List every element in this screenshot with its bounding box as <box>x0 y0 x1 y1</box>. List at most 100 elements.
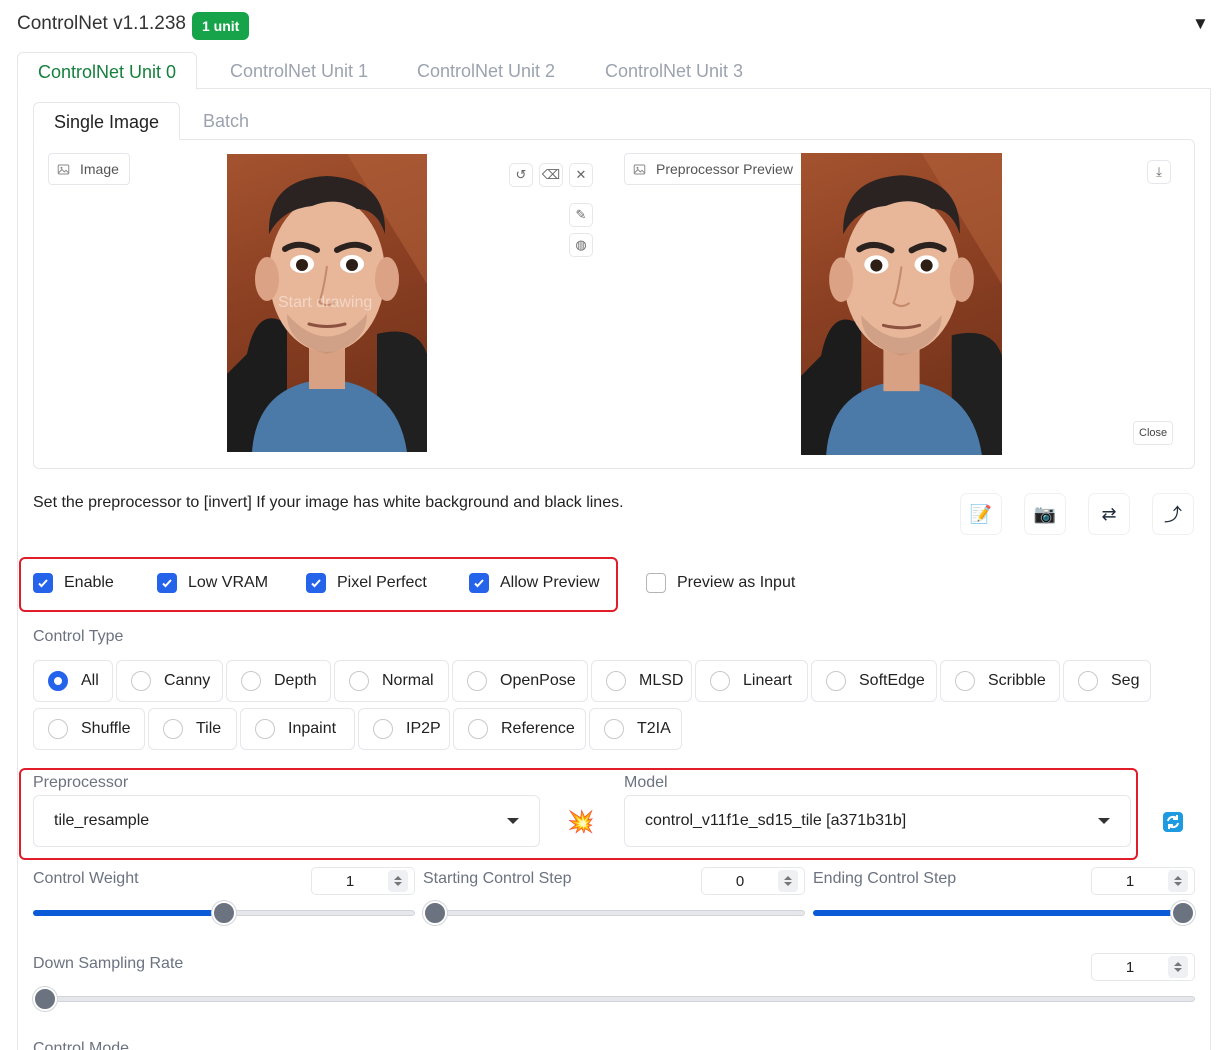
control-type-scribble[interactable]: Scribble <box>940 660 1060 702</box>
image-icon <box>57 164 70 174</box>
down-sampling-slider[interactable] <box>33 987 1195 1011</box>
spinner-arrows-icon[interactable] <box>1168 956 1188 978</box>
radio-label: Seg <box>1111 672 1140 689</box>
radio-empty <box>710 671 730 691</box>
ending-step-label: Ending Control Step <box>813 870 957 887</box>
control-type-normal[interactable]: Normal <box>334 660 449 702</box>
control-type-ip2p[interactable]: IP2P <box>358 708 450 750</box>
tab-controlnet-unit-3[interactable]: ControlNet Unit 3 <box>585 52 763 90</box>
low-vram-checkbox[interactable]: Low VRAM <box>157 572 268 594</box>
spinner-arrows-icon[interactable] <box>778 870 798 892</box>
radio-label: Reference <box>501 720 575 737</box>
run-preprocessor-explosion-icon[interactable]: 💥 <box>558 799 604 845</box>
control-type-openpose[interactable]: OpenPose <box>452 660 588 702</box>
radio-label: Lineart <box>743 672 792 689</box>
down-sampling-input[interactable]: 1 <box>1091 953 1195 981</box>
control-type-softedge[interactable]: SoftEdge <box>811 660 937 702</box>
refresh-models-icon[interactable] <box>1152 801 1194 843</box>
tab-controlnet-unit-2[interactable]: ControlNet Unit 2 <box>397 52 575 90</box>
pixel-perfect-checkbox[interactable]: Pixel Perfect <box>306 572 427 594</box>
edit-icon[interactable]: 📝 <box>961 494 1001 534</box>
unit-count-badge: 1 unit <box>192 12 250 40</box>
brush-icon[interactable]: ✎ <box>569 203 593 227</box>
enable-checkbox[interactable]: Enable <box>33 572 114 594</box>
control-mode-label: Control Mode <box>33 1040 130 1050</box>
close-preview-button[interactable]: Close <box>1133 421 1174 445</box>
chevron-down-icon <box>1098 818 1110 824</box>
palette-icon[interactable]: ◍ <box>569 233 593 257</box>
preview-as-input-checkbox[interactable]: Preview as Input <box>646 572 795 594</box>
control-type-tile[interactable]: Tile <box>148 708 237 750</box>
swap-icon[interactable]: ⇄ <box>1089 494 1129 534</box>
checkbox-label: Preview as Input <box>677 574 796 591</box>
control-type-shuffle[interactable]: Shuffle <box>33 708 145 750</box>
tab-batch[interactable]: Batch <box>183 102 269 140</box>
send-dimensions-icon[interactable]: ⤴ <box>1153 494 1193 534</box>
start-drawing-overlay: Start drawing <box>278 294 373 311</box>
image-tab-panel <box>33 139 1195 469</box>
radio-empty <box>955 671 975 691</box>
control-type-mlsd[interactable]: MLSD <box>591 660 692 702</box>
checkbox-empty <box>646 573 666 593</box>
starting-step-slider[interactable] <box>423 901 805 925</box>
radio-empty <box>467 671 487 691</box>
starting-step-label: Starting Control Step <box>423 870 572 887</box>
tab-controlnet-unit-1[interactable]: ControlNet Unit 1 <box>210 52 388 90</box>
checkbox-label: Allow Preview <box>500 574 600 591</box>
check-icon <box>306 573 326 593</box>
radio-empty <box>349 671 369 691</box>
ending-step-slider[interactable] <box>813 901 1195 925</box>
radio-empty <box>604 719 624 739</box>
collapse-triangle-icon[interactable]: ▼ <box>1192 14 1209 34</box>
control-type-canny[interactable]: Canny <box>116 660 223 702</box>
eraser-icon[interactable]: ⌫ <box>539 163 563 187</box>
spinner-arrows-icon[interactable] <box>388 870 408 892</box>
spinner-arrows-icon[interactable] <box>1168 870 1188 892</box>
tab-controlnet-unit-0[interactable]: ControlNet Unit 0 <box>17 52 198 90</box>
control-type-seg[interactable]: Seg <box>1063 660 1151 702</box>
preview-image <box>801 153 1002 455</box>
slider-thumb[interactable] <box>423 901 447 925</box>
image-label-text: Image <box>80 161 119 177</box>
radio-empty <box>131 671 151 691</box>
preprocessor-preview-label: Preprocessor Preview <box>624 153 804 185</box>
model-dropdown[interactable]: control_v11f1e_sd15_tile [a371b31b] <box>624 795 1131 847</box>
control-type-inpaint[interactable]: Inpaint <box>240 708 355 750</box>
starting-step-input[interactable]: 0 <box>701 867 805 895</box>
tab-single-image[interactable]: Single Image <box>33 102 181 140</box>
allow-preview-checkbox[interactable]: Allow Preview <box>469 572 600 594</box>
ending-step-input[interactable]: 1 <box>1091 867 1195 895</box>
undo-icon[interactable]: ↺ <box>509 163 533 187</box>
control-type-reference[interactable]: Reference <box>453 708 586 750</box>
checkbox-label: Pixel Perfect <box>337 574 427 591</box>
radio-label: Depth <box>274 672 317 689</box>
slider-thumb[interactable] <box>1171 901 1195 925</box>
model-value: control_v11f1e_sd15_tile [a371b31b] <box>645 812 907 829</box>
check-icon <box>33 573 53 593</box>
camera-icon[interactable]: 📷 <box>1025 494 1065 534</box>
preprocessor-dropdown[interactable]: tile_resample <box>33 795 540 847</box>
control-type-t2ia[interactable]: T2IA <box>589 708 682 750</box>
radio-label: Shuffle <box>81 720 131 737</box>
slider-thumb[interactable] <box>212 901 236 925</box>
radio-label: Tile <box>196 720 222 737</box>
control-type-label: Control Type <box>33 628 124 645</box>
control-weight-slider[interactable] <box>33 901 415 925</box>
slider-thumb[interactable] <box>33 987 57 1011</box>
radio-label: Inpaint <box>288 720 337 737</box>
control-type-depth[interactable]: Depth <box>226 660 331 702</box>
radio-label: MLSD <box>639 672 684 689</box>
down-sampling-label: Down Sampling Rate <box>33 955 184 972</box>
down-sampling-value: 1 <box>1125 958 1135 976</box>
download-icon[interactable]: ⤓ <box>1147 160 1171 184</box>
control-type-all[interactable]: All <box>33 660 113 702</box>
checkbox-label: Low VRAM <box>188 574 269 591</box>
ending-step-value: 1 <box>1125 872 1135 890</box>
preview-label-text: Preprocessor Preview <box>656 161 793 177</box>
control-type-lineart[interactable]: Lineart <box>695 660 808 702</box>
close-icon[interactable]: ✕ <box>569 163 593 187</box>
radio-empty <box>255 719 275 739</box>
control-weight-input[interactable]: 1 <box>311 867 415 895</box>
radio-label: OpenPose <box>500 672 576 689</box>
radio-empty <box>241 671 261 691</box>
